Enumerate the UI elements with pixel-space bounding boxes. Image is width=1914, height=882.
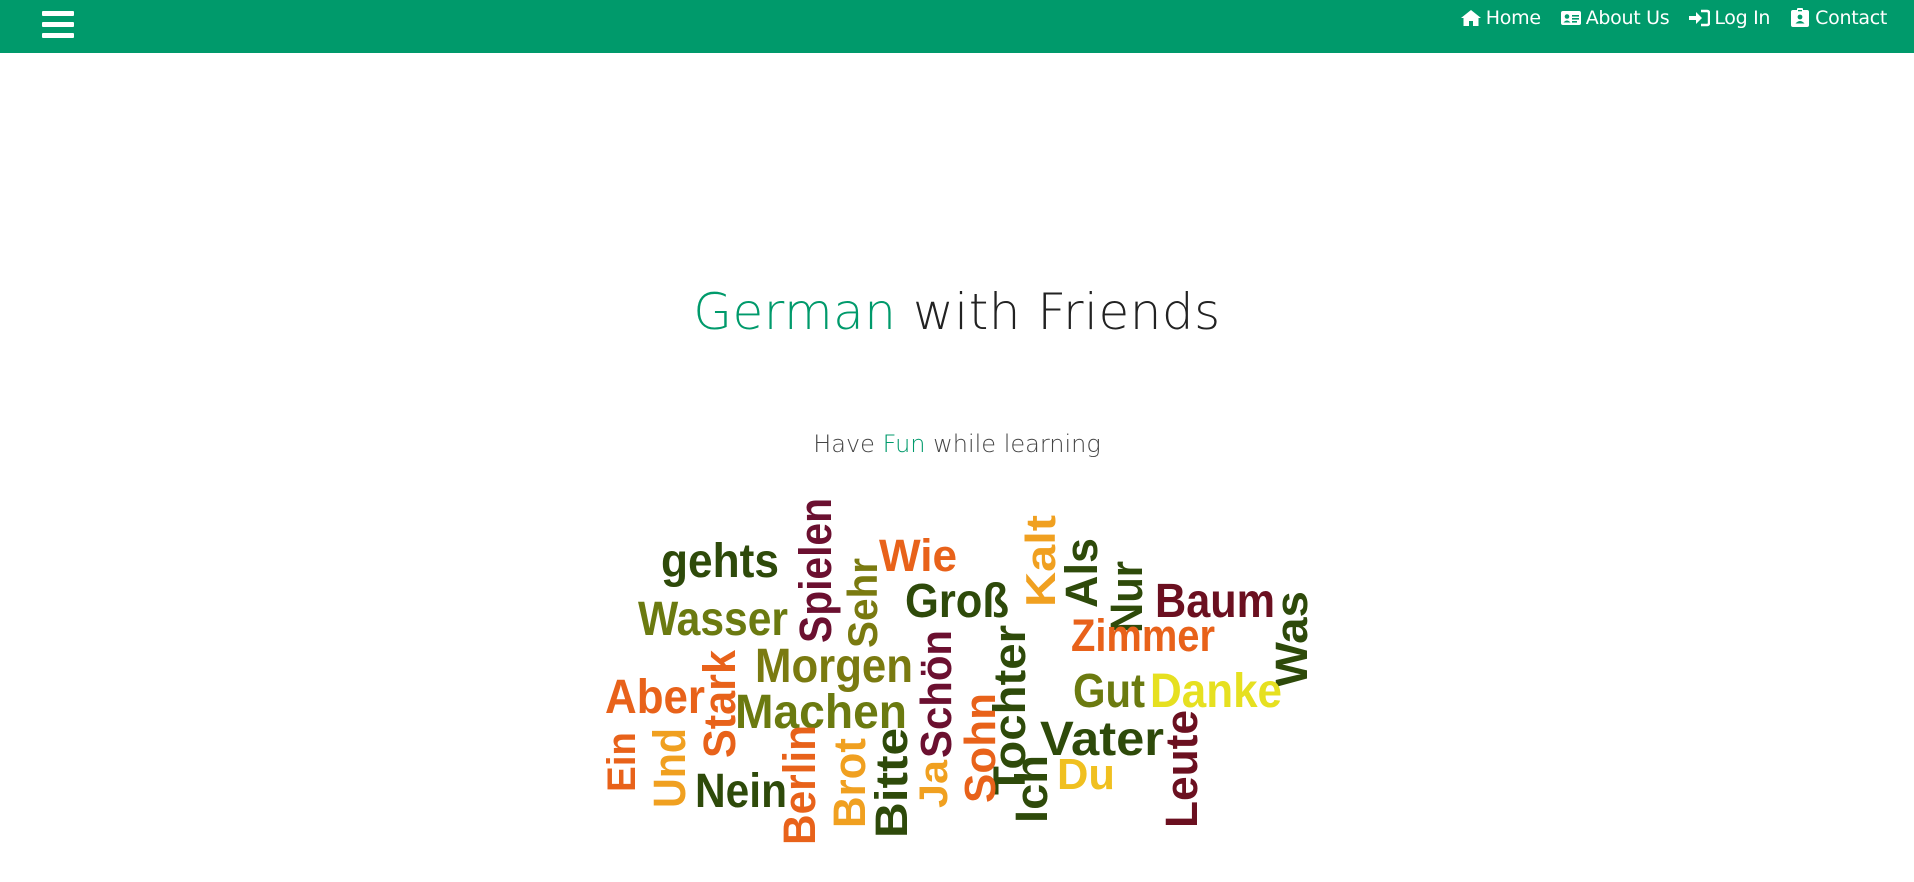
sign-in-icon [1689,9,1711,27]
word-cloud-word: Ein [600,732,644,792]
nav-link-about-us-label: About Us [1585,7,1670,29]
address-card-icon [1560,11,1581,25]
word-cloud-word: Berlin [774,725,825,845]
word-cloud-word: Bitte [866,728,917,838]
subtitle: Have Fun while learning [0,430,1914,458]
word-cloud-word: Ja [912,759,956,808]
nav-link-log-in-label: Log In [1714,7,1771,29]
id-badge-icon [1791,8,1810,27]
word-cloud-word: Wasser [638,593,788,646]
nav-link-contact-label: Contact [1815,7,1887,29]
word-cloud-word: Als [1056,538,1107,608]
word-cloud-word: Leute [1156,710,1207,828]
word-cloud-word: Sohn [956,693,1005,803]
nav-link-about-us[interactable]: About Us [1560,7,1670,29]
home-icon [1460,10,1481,26]
hamburger-menu-icon[interactable] [42,11,74,43]
subtitle-accent-word: Fun [882,430,926,458]
nav-link-home-label: Home [1485,7,1541,29]
top-navbar: Home About Us Log In Contact [0,0,1914,53]
word-cloud-word: gehts [661,535,779,588]
subtitle-before: Have [813,430,883,458]
word-cloud-word: Aber [605,671,705,724]
word-cloud-word: Schön [912,630,961,758]
nav-links: Home About Us Log In Contact [1460,0,1887,36]
word-cloud-word: Zimmer [1071,610,1215,661]
word-cloud-word: Groß [905,575,1009,628]
word-cloud-image: gehts Spielen Wie KaltAlsNur BaumWasWasser Se… [600,498,1317,845]
title-rest: with Friends [896,283,1221,341]
page-title: German with Friends [0,283,1914,341]
word-cloud: gehts Spielen Wie Kalt Als Nur Baum Was Wasser Se… [595,495,1325,855]
word-cloud-word: Spielen [790,498,841,643]
title-accent-word: German [693,283,897,341]
nav-link-log-in[interactable]: Log In [1688,7,1770,29]
word-cloud-word: Gut [1073,665,1145,718]
nav-link-home[interactable]: Home [1460,7,1541,29]
word-cloud-word: Wie [879,530,957,581]
word-cloud-word: Du [1057,750,1115,799]
nav-link-contact[interactable]: Contact [1789,7,1887,29]
word-cloud-word: Sehr [839,558,886,648]
subtitle-after: while learning [925,430,1101,458]
word-cloud-word: Und [644,728,695,808]
